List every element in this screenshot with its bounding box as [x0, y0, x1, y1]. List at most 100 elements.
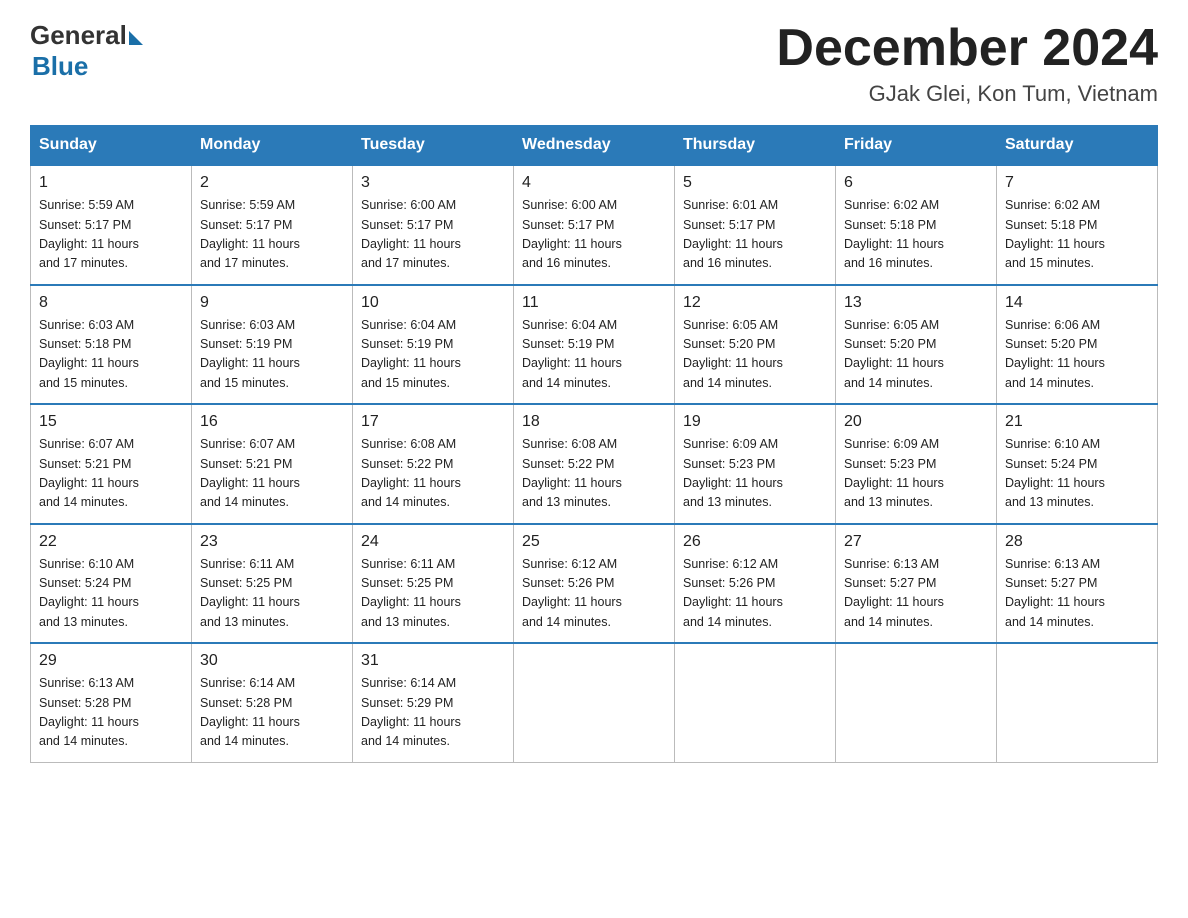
logo-blue-text: Blue	[32, 51, 88, 82]
day-number: 11	[522, 294, 666, 312]
calendar-cell: 30 Sunrise: 6:14 AMSunset: 5:28 PMDaylig…	[192, 643, 353, 762]
day-number: 29	[39, 652, 183, 670]
weekday-header-tuesday: Tuesday	[353, 126, 514, 166]
day-number: 31	[361, 652, 505, 670]
day-info: Sunrise: 6:12 AMSunset: 5:26 PMDaylight:…	[683, 557, 783, 629]
day-info: Sunrise: 6:07 AMSunset: 5:21 PMDaylight:…	[39, 437, 139, 509]
day-number: 17	[361, 413, 505, 431]
week-row-4: 22 Sunrise: 6:10 AMSunset: 5:24 PMDaylig…	[31, 524, 1158, 644]
calendar-cell: 20 Sunrise: 6:09 AMSunset: 5:23 PMDaylig…	[836, 404, 997, 524]
day-info: Sunrise: 6:11 AMSunset: 5:25 PMDaylight:…	[361, 557, 461, 629]
day-info: Sunrise: 6:10 AMSunset: 5:24 PMDaylight:…	[1005, 437, 1105, 509]
day-info: Sunrise: 6:13 AMSunset: 5:27 PMDaylight:…	[1005, 557, 1105, 629]
calendar-cell: 23 Sunrise: 6:11 AMSunset: 5:25 PMDaylig…	[192, 524, 353, 644]
day-info: Sunrise: 6:14 AMSunset: 5:29 PMDaylight:…	[361, 676, 461, 748]
calendar-cell: 29 Sunrise: 6:13 AMSunset: 5:28 PMDaylig…	[31, 643, 192, 762]
calendar-cell: 13 Sunrise: 6:05 AMSunset: 5:20 PMDaylig…	[836, 285, 997, 405]
day-number: 9	[200, 294, 344, 312]
day-number: 13	[844, 294, 988, 312]
day-number: 10	[361, 294, 505, 312]
calendar-cell: 15 Sunrise: 6:07 AMSunset: 5:21 PMDaylig…	[31, 404, 192, 524]
day-number: 18	[522, 413, 666, 431]
day-number: 16	[200, 413, 344, 431]
day-info: Sunrise: 6:03 AMSunset: 5:19 PMDaylight:…	[200, 318, 300, 390]
day-info: Sunrise: 6:09 AMSunset: 5:23 PMDaylight:…	[683, 437, 783, 509]
week-row-2: 8 Sunrise: 6:03 AMSunset: 5:18 PMDayligh…	[31, 285, 1158, 405]
day-info: Sunrise: 6:07 AMSunset: 5:21 PMDaylight:…	[200, 437, 300, 509]
day-info: Sunrise: 6:00 AMSunset: 5:17 PMDaylight:…	[361, 198, 461, 270]
logo: General Blue	[30, 20, 143, 82]
calendar-cell: 4 Sunrise: 6:00 AMSunset: 5:17 PMDayligh…	[514, 165, 675, 285]
day-info: Sunrise: 6:01 AMSunset: 5:17 PMDaylight:…	[683, 198, 783, 270]
calendar-cell: 10 Sunrise: 6:04 AMSunset: 5:19 PMDaylig…	[353, 285, 514, 405]
day-number: 30	[200, 652, 344, 670]
calendar-cell: 31 Sunrise: 6:14 AMSunset: 5:29 PMDaylig…	[353, 643, 514, 762]
calendar-cell: 8 Sunrise: 6:03 AMSunset: 5:18 PMDayligh…	[31, 285, 192, 405]
day-number: 22	[39, 533, 183, 551]
title-block: December 2024 GJak Glei, Kon Tum, Vietna…	[776, 20, 1158, 107]
day-number: 27	[844, 533, 988, 551]
day-number: 8	[39, 294, 183, 312]
calendar-cell: 11 Sunrise: 6:04 AMSunset: 5:19 PMDaylig…	[514, 285, 675, 405]
calendar-cell: 24 Sunrise: 6:11 AMSunset: 5:25 PMDaylig…	[353, 524, 514, 644]
calendar-table: SundayMondayTuesdayWednesdayThursdayFrid…	[30, 125, 1158, 763]
calendar-cell: 19 Sunrise: 6:09 AMSunset: 5:23 PMDaylig…	[675, 404, 836, 524]
calendar-cell: 7 Sunrise: 6:02 AMSunset: 5:18 PMDayligh…	[997, 165, 1158, 285]
day-number: 24	[361, 533, 505, 551]
day-info: Sunrise: 6:05 AMSunset: 5:20 PMDaylight:…	[844, 318, 944, 390]
day-number: 26	[683, 533, 827, 551]
day-info: Sunrise: 6:13 AMSunset: 5:27 PMDaylight:…	[844, 557, 944, 629]
day-number: 20	[844, 413, 988, 431]
day-number: 3	[361, 174, 505, 192]
day-number: 12	[683, 294, 827, 312]
calendar-cell: 12 Sunrise: 6:05 AMSunset: 5:20 PMDaylig…	[675, 285, 836, 405]
calendar-cell	[997, 643, 1158, 762]
weekday-header-saturday: Saturday	[997, 126, 1158, 166]
calendar-cell: 16 Sunrise: 6:07 AMSunset: 5:21 PMDaylig…	[192, 404, 353, 524]
calendar-cell: 18 Sunrise: 6:08 AMSunset: 5:22 PMDaylig…	[514, 404, 675, 524]
day-info: Sunrise: 6:02 AMSunset: 5:18 PMDaylight:…	[1005, 198, 1105, 270]
day-info: Sunrise: 6:14 AMSunset: 5:28 PMDaylight:…	[200, 676, 300, 748]
calendar-cell: 27 Sunrise: 6:13 AMSunset: 5:27 PMDaylig…	[836, 524, 997, 644]
weekday-header-row: SundayMondayTuesdayWednesdayThursdayFrid…	[31, 126, 1158, 166]
calendar-cell: 26 Sunrise: 6:12 AMSunset: 5:26 PMDaylig…	[675, 524, 836, 644]
day-info: Sunrise: 6:04 AMSunset: 5:19 PMDaylight:…	[361, 318, 461, 390]
month-title: December 2024	[776, 20, 1158, 77]
day-info: Sunrise: 6:05 AMSunset: 5:20 PMDaylight:…	[683, 318, 783, 390]
calendar-cell	[514, 643, 675, 762]
calendar-cell: 25 Sunrise: 6:12 AMSunset: 5:26 PMDaylig…	[514, 524, 675, 644]
calendar-cell: 28 Sunrise: 6:13 AMSunset: 5:27 PMDaylig…	[997, 524, 1158, 644]
calendar-cell: 17 Sunrise: 6:08 AMSunset: 5:22 PMDaylig…	[353, 404, 514, 524]
calendar-cell: 1 Sunrise: 5:59 AMSunset: 5:17 PMDayligh…	[31, 165, 192, 285]
weekday-header-wednesday: Wednesday	[514, 126, 675, 166]
calendar-cell: 9 Sunrise: 6:03 AMSunset: 5:19 PMDayligh…	[192, 285, 353, 405]
logo-arrow-icon	[129, 31, 143, 45]
calendar-cell: 2 Sunrise: 5:59 AMSunset: 5:17 PMDayligh…	[192, 165, 353, 285]
week-row-5: 29 Sunrise: 6:13 AMSunset: 5:28 PMDaylig…	[31, 643, 1158, 762]
calendar-cell: 22 Sunrise: 6:10 AMSunset: 5:24 PMDaylig…	[31, 524, 192, 644]
day-info: Sunrise: 5:59 AMSunset: 5:17 PMDaylight:…	[39, 198, 139, 270]
day-number: 4	[522, 174, 666, 192]
day-info: Sunrise: 6:02 AMSunset: 5:18 PMDaylight:…	[844, 198, 944, 270]
calendar-cell: 5 Sunrise: 6:01 AMSunset: 5:17 PMDayligh…	[675, 165, 836, 285]
day-number: 7	[1005, 174, 1149, 192]
day-info: Sunrise: 6:08 AMSunset: 5:22 PMDaylight:…	[522, 437, 622, 509]
day-info: Sunrise: 5:59 AMSunset: 5:17 PMDaylight:…	[200, 198, 300, 270]
day-number: 2	[200, 174, 344, 192]
day-info: Sunrise: 6:03 AMSunset: 5:18 PMDaylight:…	[39, 318, 139, 390]
day-info: Sunrise: 6:10 AMSunset: 5:24 PMDaylight:…	[39, 557, 139, 629]
weekday-header-friday: Friday	[836, 126, 997, 166]
week-row-3: 15 Sunrise: 6:07 AMSunset: 5:21 PMDaylig…	[31, 404, 1158, 524]
calendar-cell: 3 Sunrise: 6:00 AMSunset: 5:17 PMDayligh…	[353, 165, 514, 285]
day-number: 19	[683, 413, 827, 431]
day-number: 14	[1005, 294, 1149, 312]
location-title: GJak Glei, Kon Tum, Vietnam	[776, 81, 1158, 107]
day-number: 5	[683, 174, 827, 192]
day-number: 28	[1005, 533, 1149, 551]
day-number: 21	[1005, 413, 1149, 431]
day-number: 23	[200, 533, 344, 551]
day-info: Sunrise: 6:11 AMSunset: 5:25 PMDaylight:…	[200, 557, 300, 629]
page-header: General Blue December 2024 GJak Glei, Ko…	[30, 20, 1158, 107]
day-info: Sunrise: 6:13 AMSunset: 5:28 PMDaylight:…	[39, 676, 139, 748]
day-number: 1	[39, 174, 183, 192]
